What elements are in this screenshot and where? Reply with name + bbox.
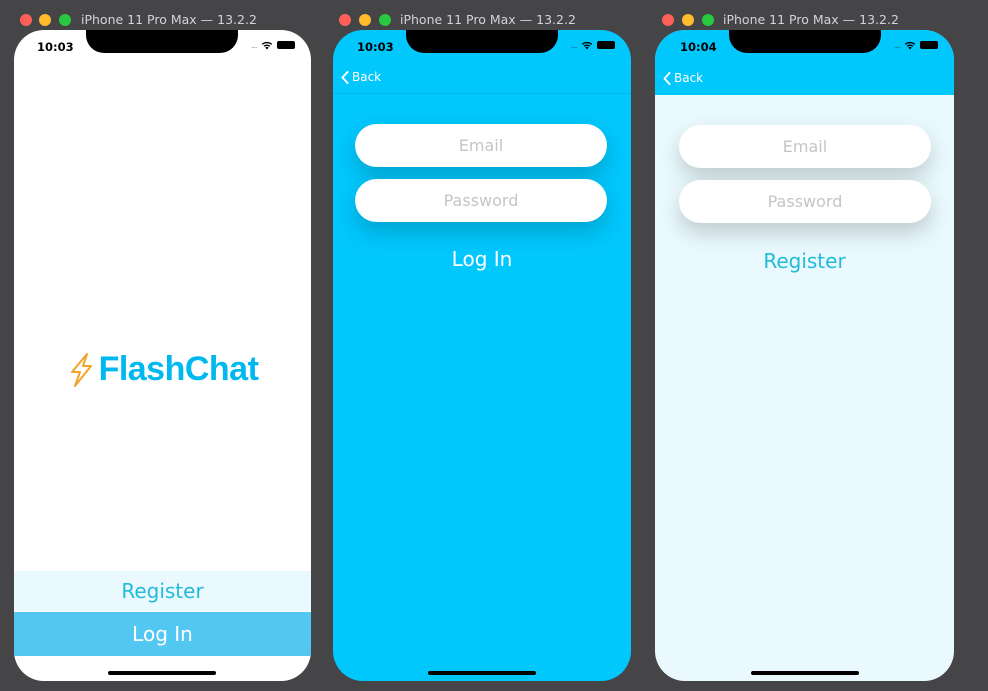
phone-screen: 10:03 .... Back Email Password Log In	[333, 30, 631, 681]
close-window-button[interactable]	[662, 14, 674, 26]
status-time: 10:03	[37, 40, 74, 54]
back-label: Back	[674, 71, 704, 85]
close-window-button[interactable]	[339, 14, 351, 26]
notch	[406, 30, 558, 53]
notch	[86, 30, 238, 53]
minimize-window-button[interactable]	[682, 14, 694, 26]
back-button[interactable]: Back	[341, 70, 381, 84]
home-indicator[interactable]	[108, 671, 216, 675]
status-time: 10:04	[680, 40, 717, 54]
zoom-window-button[interactable]	[379, 14, 391, 26]
zoom-window-button[interactable]	[702, 14, 714, 26]
close-window-button[interactable]	[20, 14, 32, 26]
back-button[interactable]: Back	[663, 71, 703, 85]
phone-screen: 10:03 .... FlashChat Register Log In	[14, 30, 311, 681]
password-placeholder: Password	[443, 191, 519, 210]
email-field[interactable]: Email	[679, 125, 931, 168]
status-time: 10:03	[357, 40, 394, 54]
home-indicator[interactable]	[751, 671, 859, 675]
password-placeholder: Password	[767, 192, 843, 211]
app-logo: FlashChat	[14, 350, 311, 389]
status-icons: ....	[251, 40, 295, 50]
window-title: iPhone 11 Pro Max — 13.2.2	[81, 12, 257, 27]
register-button[interactable]: Register	[14, 571, 311, 611]
window-titlebar: iPhone 11 Pro Max — 13.2.2	[652, 8, 957, 32]
chevron-left-icon	[341, 70, 349, 84]
nav-divider	[333, 93, 631, 94]
window-title: iPhone 11 Pro Max — 13.2.2	[400, 12, 576, 27]
back-label: Back	[352, 70, 382, 84]
password-field[interactable]: Password	[355, 179, 607, 222]
cellular-icon: ....	[570, 40, 578, 50]
home-indicator[interactable]	[428, 671, 536, 675]
notch	[729, 30, 881, 53]
minimize-window-button[interactable]	[359, 14, 371, 26]
email-placeholder: Email	[782, 137, 828, 156]
phone-screen: 10:04 .... Back Email Password Register	[655, 30, 954, 681]
register-button[interactable]: Register	[655, 249, 954, 273]
status-icons: ....	[894, 40, 938, 50]
app-title: FlashChat	[98, 350, 259, 388]
wifi-icon	[581, 41, 593, 50]
window-title: iPhone 11 Pro Max — 13.2.2	[723, 12, 899, 27]
cellular-icon: ....	[250, 40, 258, 50]
chevron-left-icon	[663, 71, 671, 85]
login-button[interactable]: Log In	[333, 247, 631, 271]
battery-icon	[920, 41, 938, 49]
password-field[interactable]: Password	[679, 180, 931, 223]
window-titlebar: iPhone 11 Pro Max — 13.2.2	[329, 8, 634, 32]
zoom-window-button[interactable]	[59, 14, 71, 26]
email-field[interactable]: Email	[355, 124, 607, 167]
minimize-window-button[interactable]	[39, 14, 51, 26]
simulator-register: iPhone 11 Pro Max — 13.2.2 10:04 .... Ba…	[652, 8, 957, 690]
battery-icon	[597, 41, 615, 49]
email-placeholder: Email	[458, 136, 504, 155]
wifi-icon	[904, 41, 916, 50]
simulator-login: iPhone 11 Pro Max — 13.2.2 10:03 .... Ba…	[329, 8, 634, 690]
wifi-icon	[261, 41, 273, 50]
window-titlebar: iPhone 11 Pro Max — 13.2.2	[10, 8, 316, 32]
cellular-icon: ....	[893, 40, 901, 50]
simulator-welcome: iPhone 11 Pro Max — 13.2.2 10:03 .... Fl…	[10, 8, 316, 690]
login-button[interactable]: Log In	[14, 612, 311, 656]
status-icons: ....	[571, 40, 615, 50]
lightning-bolt-icon	[70, 352, 92, 387]
battery-icon	[277, 41, 295, 49]
